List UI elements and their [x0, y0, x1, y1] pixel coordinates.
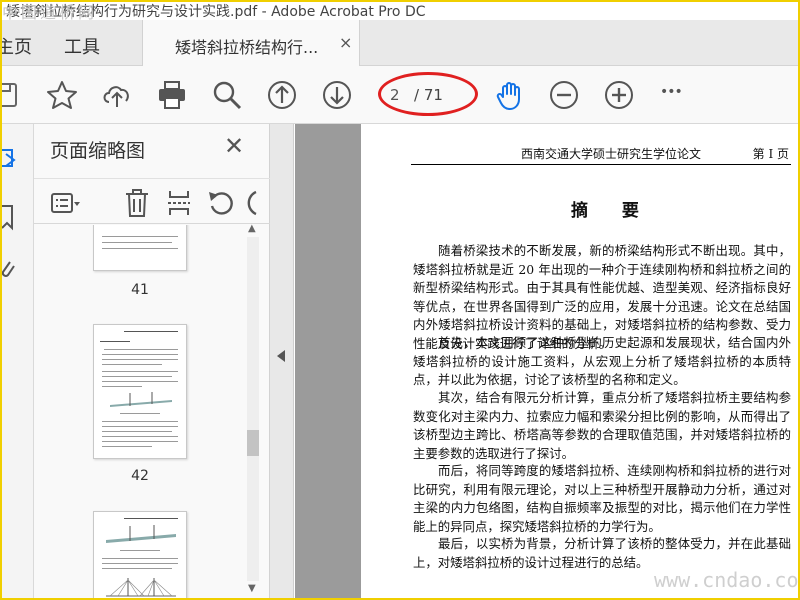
bookmarks-icon[interactable] [0, 202, 20, 232]
star-bookmark-icon[interactable] [46, 79, 78, 111]
delete-page-icon[interactable] [122, 188, 152, 218]
scroll-up-icon[interactable]: ▲ [248, 223, 256, 234]
scroll-down-icon[interactable]: ▼ [248, 583, 256, 594]
document-view[interactable]: 西南交通大学硕士研究生学位论文 第 I 页 摘 要 随着桥梁技术的不断发展，新的… [295, 124, 800, 600]
zoom-in-icon[interactable] [603, 79, 635, 111]
tab-home[interactable]: 主页 [0, 33, 32, 59]
tab-document[interactable]: 矮塔斜拉桥结构行... × [142, 20, 360, 66]
scrollbar-track[interactable] [247, 237, 259, 581]
tab-close-button[interactable]: × [339, 33, 352, 52]
scrollbar-thumb[interactable] [247, 430, 259, 456]
next-page-icon[interactable] [321, 79, 353, 111]
abstract-heading: 摘 要 [571, 201, 653, 221]
previous-page-icon[interactable] [266, 79, 298, 111]
left-navigation-rail [0, 124, 34, 600]
zoom-search-icon[interactable] [211, 79, 243, 111]
tab-tools[interactable]: 工具 [64, 33, 100, 59]
running-header: 西南交通大学硕士研究生学位论文 第 I 页 [411, 145, 791, 165]
page-label: 第 I 页 [752, 147, 789, 161]
running-head-title: 西南交通大学硕士研究生学位论文 [521, 147, 702, 161]
tab-document-label: 矮塔斜拉桥结构行... [175, 38, 319, 57]
hand-tool-icon[interactable] [494, 79, 526, 111]
rotate-page-icon[interactable] [206, 188, 236, 218]
zoom-out-icon[interactable] [548, 79, 580, 111]
document-page: 西南交通大学硕士研究生学位论文 第 I 页 摘 要 随着桥梁技术的不断发展，新的… [361, 124, 800, 600]
cloud-upload-icon[interactable] [101, 79, 133, 111]
page-thumbnails-panel: 页面缩略图 ✕ 41 42 ▲ ▼ [34, 124, 270, 600]
page-thumbnail[interactable] [93, 225, 187, 271]
abstract-paragraph: 而后，将同等跨度的矮塔斜拉桥、连续刚构桥和斜拉桥的进行对比研究，利用有限元理论，… [413, 463, 791, 534]
panel-close-button[interactable]: ✕ [224, 132, 244, 160]
thumbnail-options-icon[interactable] [50, 188, 80, 218]
page-thumbnail[interactable] [93, 511, 187, 600]
thumbnail-page-number: 42 [131, 468, 149, 484]
title-bar: 矮塔斜拉桥结构行为研究与设计实践.pdf - Adobe Acrobat Pro… [0, 0, 800, 22]
red-highlight-ellipse [378, 72, 478, 116]
page-thumbnail[interactable] [93, 324, 187, 459]
abstract-paragraph: 其次，结合有限元分析计算，重点分析了矮塔斜拉桥主要结构参数变化对主梁内力、拉索应… [413, 390, 791, 461]
print-icon[interactable] [156, 79, 188, 111]
attachments-icon[interactable] [0, 254, 20, 284]
main-toolbar: / 71 ••• [0, 66, 800, 124]
thumbnail-page-number: 41 [131, 282, 149, 298]
site-watermark-bottom: www.cndao.com [654, 568, 800, 592]
panel-title: 页面缩略图 [50, 140, 146, 162]
abstract-paragraph: 首先，本文回顾了这种桥型的历史起源和发展现状，结合国内外矮塔斜拉桥的设计施工资料… [413, 335, 791, 388]
save-icon[interactable] [0, 79, 22, 111]
page-thumbnails-icon[interactable] [0, 144, 20, 174]
abstract-paragraph: 最后，以实桥为背景，分析计算了该桥的整体受力，并在此基础上，对矮塔斜拉桥的设计过… [413, 536, 791, 570]
thumbnail-toolbar [34, 178, 270, 224]
thumbnail-scrollbar[interactable]: ▲ ▼ [244, 223, 262, 600]
insert-page-icon[interactable] [164, 188, 194, 218]
more-options-icon[interactable]: ••• [660, 84, 692, 116]
thumbnail-list[interactable]: 41 42 [34, 225, 270, 600]
tab-bar: 主页 工具 矮塔斜拉桥结构行... × [0, 20, 800, 66]
panel-splitter[interactable] [270, 124, 294, 600]
collapse-panel-icon[interactable] [277, 350, 285, 362]
